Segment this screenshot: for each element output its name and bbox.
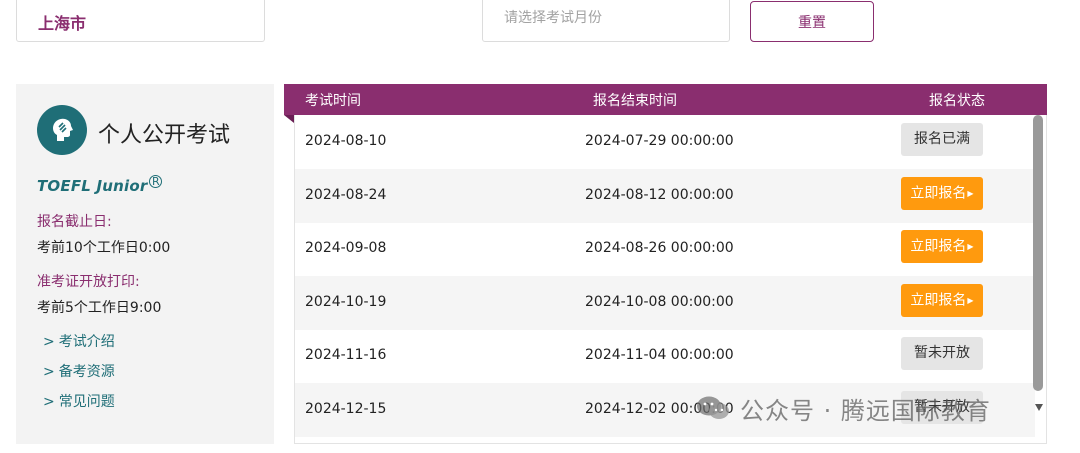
register-now-button[interactable]: 立即报名▶ [901, 284, 983, 317]
deadline-label: 报名截止日: [37, 214, 112, 230]
reg-end-cell: 2024-08-12 00:00:00 [585, 187, 734, 203]
reg-end-cell: 2024-10-08 00:00:00 [585, 294, 734, 310]
admission-print-label: 准考证开放打印: [37, 274, 140, 290]
deadline-value: 考前10个工作日0:00 [37, 240, 171, 256]
wechat-icon [697, 396, 729, 419]
link-prep-resources[interactable]: > 备考资源 [43, 361, 115, 381]
reset-button[interactable]: 重置 [750, 1, 874, 42]
caret-right-icon: ▶ [967, 189, 974, 198]
registered-mark-icon: R [149, 175, 163, 188]
chevron-right-icon: > [43, 394, 55, 410]
table-header: 考试时间 报名结束时间 报名状态 [284, 84, 1047, 123]
reg-end-cell: 2024-08-26 00:00:00 [585, 240, 734, 256]
exam-date-cell: 2024-12-15 [305, 401, 387, 417]
watermark: 公众号 · 腾远国际教育 [696, 390, 991, 426]
link-faq[interactable]: > 常见问题 [43, 391, 115, 411]
exam-type-title: 个人公开考试 [98, 123, 231, 148]
status-badge: 报名已满 [901, 123, 983, 156]
exam-date-cell: 2024-11-16 [305, 347, 387, 363]
caret-right-icon: ▶ [967, 242, 974, 251]
header-reg-end: 报名结束时间 [593, 93, 677, 109]
reg-end-cell: 2024-11-04 00:00:00 [585, 347, 734, 363]
city-select-value: 上海市 [38, 14, 87, 33]
table-scrollbar[interactable] [1033, 115, 1043, 391]
exam-month-input[interactable] [482, 0, 730, 42]
scroll-down-arrow-icon[interactable] [1035, 404, 1043, 411]
exam-date-cell: 2024-10-19 [305, 294, 387, 310]
chevron-right-icon: > [43, 334, 55, 350]
exam-date-cell: 2024-08-10 [305, 133, 387, 149]
table-row: 2024-09-08 2024-08-26 00:00:00 立即报名▶ [295, 222, 1035, 276]
table-row: 2024-08-24 2024-08-12 00:00:00 立即报名▶ [295, 169, 1035, 223]
table-row: 2024-11-16 2024-11-04 00:00:00 暂未开放 [295, 329, 1035, 383]
watermark-text: 公众号 · 腾远国际教育 [740, 396, 991, 425]
header-status: 报名状态 [929, 93, 985, 109]
city-select[interactable]: 上海市 [16, 0, 265, 42]
chevron-right-icon: > [43, 364, 55, 380]
table-row: 2024-10-19 2024-10-08 00:00:00 立即报名▶ [295, 276, 1035, 330]
exam-date-cell: 2024-09-08 [305, 240, 387, 256]
caret-right-icon: ▶ [967, 296, 974, 305]
status-badge: 暂未开放 [901, 337, 983, 370]
register-now-button[interactable]: 立即报名▶ [901, 230, 983, 263]
header-exam-date: 考试时间 [305, 93, 361, 109]
toefl-junior-brand: TOEFL Junior R [37, 175, 163, 195]
person-profile-icon [37, 105, 87, 155]
header-fold-decoration [284, 115, 294, 123]
admission-print-value: 考前5个工作日9:00 [37, 300, 162, 316]
reg-end-cell: 2024-07-29 00:00:00 [585, 133, 734, 149]
exam-info-panel: 个人公开考试 TOEFL Junior R 报名截止日: 考前10个工作日0:00… [16, 84, 274, 444]
exam-date-cell: 2024-08-24 [305, 187, 387, 203]
link-exam-intro[interactable]: > 考试介绍 [43, 331, 115, 351]
table-row: 2024-08-10 2024-07-29 00:00:00 报名已满 [295, 115, 1035, 169]
register-now-button[interactable]: 立即报名▶ [901, 177, 983, 210]
